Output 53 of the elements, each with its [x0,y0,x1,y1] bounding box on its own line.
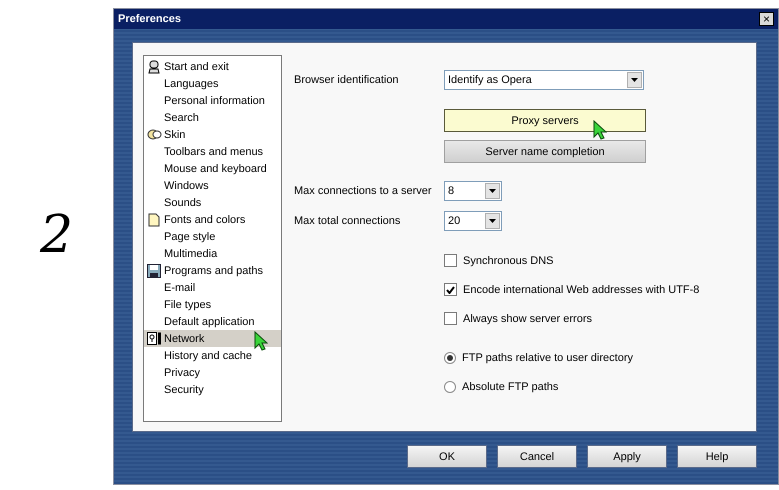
sidebar-item[interactable]: Default application [144,313,281,330]
window-title: Preferences [118,13,181,25]
sidebar-item[interactable]: Languages [144,75,281,92]
checkbox[interactable] [444,312,457,325]
radio-label: Absolute FTP paths [462,381,558,393]
sidebar-item[interactable]: Page style [144,228,281,245]
sidebar-item[interactable]: History and cache [144,347,281,364]
sidebar-item[interactable]: Personal information [144,92,281,109]
dropdown-arrow-icon [631,78,638,82]
dialog-button[interactable]: Cancel [497,445,577,468]
radio-button[interactable] [444,381,456,393]
sidebar-item[interactable]: Multimedia [144,245,281,262]
sidebar-item[interactable]: Programs and paths [144,262,281,279]
action-button[interactable]: Server name completion [444,140,646,163]
person-icon [148,60,160,74]
browser-identification-dropdown[interactable]: Identify as Opera [444,70,644,90]
skin-icon [146,129,162,140]
sidebar-item[interactable]: Skin [144,126,281,143]
field-label: Browser identification [294,74,400,86]
dropdown-arrow-icon [489,219,496,223]
action-button[interactable]: Proxy servers [444,109,646,132]
radio-label: FTP paths relative to user directory [462,352,633,364]
sidebar-item[interactable]: Mouse and keyboard [144,160,281,177]
number-dropdown[interactable]: 8 [444,181,502,201]
sidebar-item[interactable]: Fonts and colors [144,211,281,228]
sidebar-item[interactable]: Privacy [144,364,281,381]
close-button[interactable]: × [759,12,774,26]
dialog-button[interactable]: Help [677,445,757,468]
dialog-button[interactable]: OK [407,445,487,468]
field-label: Max total connections [294,215,402,227]
sidebar-item[interactable]: File types [144,296,281,313]
cursor-icon [254,331,268,351]
sidebar-item[interactable]: Toolbars and menus [144,143,281,160]
number-dropdown[interactable]: 20 [444,211,502,231]
sidebar-item[interactable]: Windows [144,177,281,194]
checkbox[interactable] [444,283,457,296]
document-icon [148,212,160,226]
checkbox-label: Always show server errors [463,312,592,324]
checkbox-label: Synchronous DNS [463,254,554,266]
sidebar-item[interactable]: Search [144,109,281,126]
sidebar-item[interactable]: Start and exit [144,58,281,75]
dialog-button[interactable]: Apply [587,445,667,468]
lock-icon [146,332,162,345]
sidebar-item[interactable]: E-mail [144,279,281,296]
radio-button[interactable] [444,352,456,364]
sidebar-item[interactable]: Sounds [144,194,281,211]
dropdown-arrow-icon [489,189,496,193]
field-label: Max connections to a server [294,185,433,197]
cursor-icon [593,120,607,140]
sidebar-item[interactable]: Security [144,381,281,398]
checkbox[interactable] [444,254,457,267]
checkbox-label: Encode international Web addresses with UTF-8 [463,284,700,296]
step-number: 2 [40,205,74,265]
